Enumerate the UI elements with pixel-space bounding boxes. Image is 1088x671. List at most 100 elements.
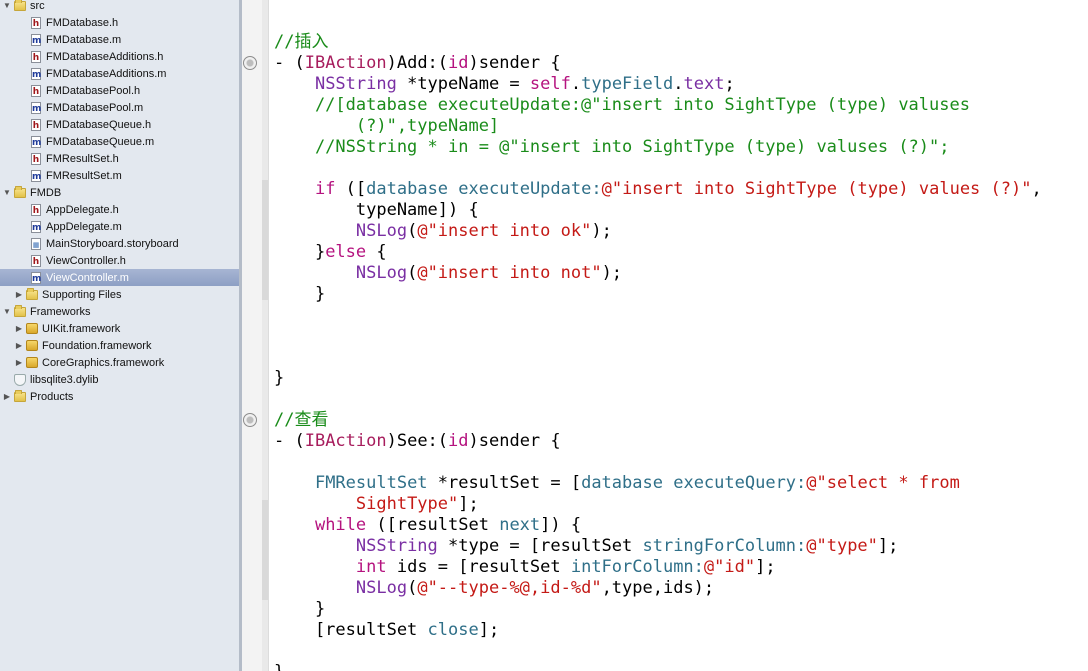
code-line[interactable]: //插入 xyxy=(274,32,328,53)
code-line[interactable]: NSString *typeName = self.typeField.text… xyxy=(274,74,735,95)
code-line[interactable]: NSString *type = [resultSet stringForCol… xyxy=(274,536,899,557)
code-line[interactable]: while ([resultSet next]) { xyxy=(274,515,581,536)
code-token: ([ xyxy=(335,179,367,199)
navigator-item[interactable]: m FMDatabasePool.m xyxy=(0,99,239,116)
navigator-item[interactable]: ▶ Supporting Files xyxy=(0,286,239,303)
folder-icon xyxy=(26,287,38,301)
code-token: //插入 xyxy=(274,32,329,52)
code-line[interactable]: - (IBAction)Add:(id)sender { xyxy=(274,53,561,74)
code-token: )sender { xyxy=(468,53,561,73)
code-line[interactable]: //NSString * in = @"insert into SightTyp… xyxy=(274,137,950,158)
code-line[interactable]: FMResultSet *resultSet = [database execu… xyxy=(274,473,960,494)
code-token: IBAction xyxy=(304,53,387,73)
folder-icon xyxy=(14,389,26,403)
navigator-item[interactable]: ▶ UIKit.framework xyxy=(0,320,239,337)
code-line[interactable]: //[database executeUpdate:@"insert into … xyxy=(274,95,970,116)
header-file-icon: h xyxy=(31,254,41,267)
code-line[interactable]: NSLog(@"insert into not"); xyxy=(274,263,622,284)
disclosure-expanded-icon[interactable]: ▼ xyxy=(2,307,12,317)
navigator-item-label: FMDatabaseAdditions.h xyxy=(46,50,164,63)
disclosure-collapsed-icon[interactable]: ▶ xyxy=(2,392,12,402)
code-token: //[database executeUpdate:@"insert into … xyxy=(274,95,970,115)
navigator-item-label: CoreGraphics.framework xyxy=(42,356,165,369)
navigator-item[interactable]: h FMDatabaseAdditions.h xyxy=(0,48,239,65)
navigator-item[interactable]: ▶ CoreGraphics.framework xyxy=(0,354,239,371)
navigator-item[interactable]: ▼ FMDB xyxy=(0,184,239,201)
navigator-item[interactable]: m FMDatabaseAdditions.m xyxy=(0,65,239,82)
code-token: @"id" xyxy=(703,557,756,577)
code-token: } xyxy=(274,368,285,388)
code-line[interactable]: - (IBAction)See:(id)sender { xyxy=(274,431,561,452)
navigator-item[interactable]: m FMDatabaseQueue.m xyxy=(0,133,239,150)
code-line[interactable]: typeName]) { xyxy=(274,200,479,221)
code-line[interactable]: }else { xyxy=(274,242,387,263)
code-token: IBAction xyxy=(304,431,387,451)
navigator-item[interactable]: m AppDelegate.m xyxy=(0,218,239,235)
navigator-item[interactable]: ▶ Foundation.framework xyxy=(0,337,239,354)
navigator-item[interactable]: ▼ src xyxy=(0,0,239,14)
code-token: } xyxy=(274,284,326,304)
code-token: ( xyxy=(407,221,418,241)
navigator-item[interactable]: ▦ MainStoryboard.storyboard xyxy=(0,235,239,252)
navigator-item[interactable]: ▶ Products xyxy=(0,388,239,405)
navigator-item[interactable]: h FMDatabasePool.h xyxy=(0,82,239,99)
fold-band[interactable] xyxy=(262,500,268,600)
source-editor[interactable]: //插入 - (IBAction)Add:(id)sender { NSStrin… xyxy=(269,0,1088,671)
method-breakpoint-icon[interactable] xyxy=(243,56,257,70)
navigator-item[interactable]: ▼ Frameworks xyxy=(0,303,239,320)
navigator-item-label: FMDatabase.m xyxy=(46,33,122,46)
navigator-item[interactable]: h AppDelegate.h xyxy=(0,201,239,218)
code-token: @"insert into SightType (type) values (?… xyxy=(601,179,1032,199)
project-navigator[interactable]: ▼ src h FMDatabase.h m FMDatabase.m h FMDatabas… xyxy=(0,0,239,671)
disclosure-collapsed-icon[interactable]: ▶ xyxy=(14,341,24,351)
header-file-icon: h xyxy=(31,84,41,97)
navigator-item-label: FMDatabaseQueue.h xyxy=(46,118,152,131)
implementation-file-icon: m xyxy=(31,220,42,233)
code-line[interactable]: //查看 xyxy=(274,410,328,431)
navigator-item[interactable]: h ViewController.h xyxy=(0,252,239,269)
navigator-item[interactable]: m FMDatabase.m xyxy=(0,31,239,48)
navigator-item[interactable]: libsqlite3.dylib xyxy=(0,371,239,388)
navigator-item-label: FMResultSet.m xyxy=(46,169,122,182)
code-line[interactable]: int ids = [resultSet intForColumn:@"id"]… xyxy=(274,557,776,578)
implementation-file-icon: m xyxy=(31,169,42,182)
code-line[interactable]: } xyxy=(274,368,284,389)
disclosure-expanded-icon[interactable]: ▼ xyxy=(2,1,12,11)
code-line[interactable]: NSLog(@"insert into ok"); xyxy=(274,221,612,242)
navigator-item[interactable]: h FMDatabaseQueue.h xyxy=(0,116,239,133)
disclosure-collapsed-icon[interactable]: ▶ xyxy=(14,358,24,368)
code-line[interactable]: } xyxy=(274,662,284,671)
navigator-item[interactable]: h FMDatabase.h xyxy=(0,14,239,31)
code-line[interactable]: SightType"]; xyxy=(274,494,479,515)
code-line[interactable]: (?)",typeName] xyxy=(274,116,499,137)
disclosure-collapsed-icon[interactable]: ▶ xyxy=(14,324,24,334)
navigator-item-label: FMDatabase.h xyxy=(46,16,119,29)
navigator-item[interactable]: m FMResultSet.m xyxy=(0,167,239,184)
code-token: ]; xyxy=(478,620,500,640)
code-line[interactable]: } xyxy=(274,284,325,305)
disclosure-collapsed-icon[interactable]: ▶ xyxy=(14,290,24,300)
code-line[interactable]: NSLog(@"--type-%@,id-%d",type,ids); xyxy=(274,578,714,599)
fold-band[interactable] xyxy=(262,180,268,300)
code-token: typeName]) { xyxy=(274,200,479,220)
code-token: NSString xyxy=(314,74,397,94)
code-line[interactable]: [resultSet close]; xyxy=(274,620,499,641)
code-line[interactable]: } xyxy=(274,599,325,620)
code-token: ( xyxy=(407,578,418,598)
method-breakpoint-icon[interactable] xyxy=(243,413,257,427)
navigator-item[interactable]: h FMResultSet.h xyxy=(0,150,239,167)
code-line[interactable]: if ([database executeUpdate:@"insert int… xyxy=(274,179,1042,200)
disclosure-expanded-icon[interactable]: ▼ xyxy=(2,188,12,198)
code-token: { xyxy=(366,242,387,262)
code-token: close xyxy=(427,620,479,640)
code-token: )See:( xyxy=(386,431,449,451)
navigator-item[interactable]: m ViewController.m xyxy=(0,269,239,286)
folder-icon xyxy=(14,185,26,199)
